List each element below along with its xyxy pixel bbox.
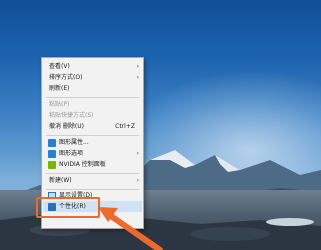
- menu-item-label: 粘贴(P): [49, 101, 70, 108]
- nvidia-icon: [48, 161, 56, 169]
- intel-graphics-icon: [48, 139, 56, 147]
- menu-item-label: 图形选项: [59, 150, 84, 157]
- menu-item-paste-shortcut[interactable]: 粘贴快捷方式(S): [42, 111, 143, 121]
- submenu-arrow-icon: ›: [136, 177, 139, 184]
- submenu-arrow-icon: ›: [136, 63, 139, 70]
- menu-item-label: 刷新(E): [49, 85, 70, 92]
- menu-item-graphics-properties[interactable]: 图形属性...: [42, 138, 143, 148]
- submenu-arrow-icon: ›: [136, 150, 139, 157]
- menu-item-new[interactable]: 新建(W) ›: [42, 176, 143, 186]
- menu-item-label: 新建(W): [49, 177, 72, 184]
- menu-item-paste[interactable]: 粘贴(P): [42, 100, 143, 110]
- submenu-arrow-icon: ›: [136, 74, 139, 81]
- menu-item-graphics-options[interactable]: 图形选项 ›: [42, 149, 143, 159]
- menu-item-label: 图形属性...: [59, 139, 89, 146]
- menu-item-refresh[interactable]: 刷新(E): [42, 84, 143, 94]
- menu-item-nvidia-control-panel[interactable]: NVIDIA 控制面板: [42, 160, 143, 170]
- menu-item-label: NVIDIA 控制面板: [59, 161, 106, 168]
- menu-item-label: 查看(V): [49, 63, 70, 70]
- annotation-highlight-box: [36, 197, 100, 218]
- menu-item-undo-delete[interactable]: 撤消 删除(U) Ctrl+Z: [42, 122, 143, 132]
- menu-separator: [46, 189, 139, 190]
- menu-item-label: 排序方式(O): [49, 74, 83, 81]
- menu-separator: [46, 135, 139, 136]
- menu-separator: [46, 97, 139, 98]
- menu-separator: [46, 173, 139, 174]
- intel-graphics-icon: [48, 150, 56, 158]
- menu-item-label: 撤消 删除(U): [49, 123, 84, 130]
- menu-item-view[interactable]: 查看(V) ›: [42, 62, 143, 72]
- menu-item-sort[interactable]: 排序方式(O) ›: [42, 73, 143, 83]
- menu-item-label: 粘贴快捷方式(S): [49, 112, 94, 119]
- shortcut-text: Ctrl+Z: [115, 123, 135, 130]
